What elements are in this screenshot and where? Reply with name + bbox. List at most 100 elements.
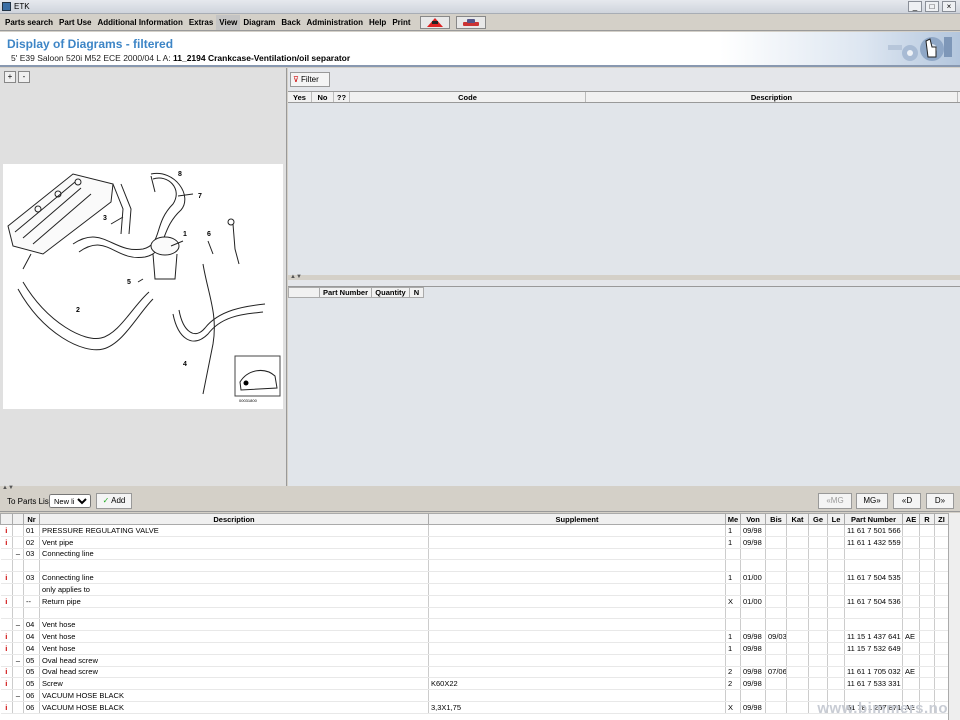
table-row[interactable] <box>0 559 949 573</box>
table-row[interactable]: –04 Vent hose <box>0 618 949 632</box>
code-grid[interactable]: Yes No ?? Code Description <box>288 91 960 275</box>
add-button[interactable]: ✓ Add <box>96 493 132 509</box>
prev-mg-button[interactable]: «MG <box>818 493 852 509</box>
cell-nr: -- <box>23 595 40 608</box>
maximize-button[interactable]: □ <box>925 1 939 12</box>
cell-description: Connecting line <box>39 548 429 561</box>
menu-back[interactable]: Back <box>278 15 303 30</box>
callout-1: 1 <box>183 231 187 238</box>
car-tool-button[interactable] <box>455 15 486 29</box>
table-row[interactable]: i 02 Vent pipe 1 09/98 11 61 1 432 559 <box>0 536 949 549</box>
zoom-out-button[interactable]: - <box>18 71 30 83</box>
col-unknown[interactable]: ?? <box>334 92 350 102</box>
th-ge[interactable]: Ge <box>808 513 828 525</box>
cell-zi <box>934 548 949 561</box>
col-part-number[interactable]: Part Number <box>320 287 372 298</box>
menu-part-use[interactable]: Part Use <box>56 15 94 30</box>
th-info[interactable] <box>0 513 13 525</box>
menu-diagram[interactable]: Diagram <box>240 15 278 30</box>
close-button[interactable]: × <box>942 1 956 12</box>
th-part-number[interactable]: Part Number <box>844 513 903 525</box>
cell-description: Connecting line <box>39 571 429 584</box>
th-description[interactable]: Description <box>39 513 429 525</box>
table-row[interactable] <box>0 607 949 620</box>
exploded-parts-diagram[interactable]: 8 7 3 1 6 5 2 4 00031800 <box>3 164 283 409</box>
page-title: Display of Diagrams - filtered <box>7 37 174 51</box>
cell-zi <box>934 666 949 679</box>
zoom-in-button[interactable]: + <box>4 71 16 83</box>
info-icon[interactable]: i <box>0 595 13 608</box>
menu-view[interactable]: View <box>216 14 241 30</box>
cell-ae <box>902 571 920 584</box>
th-supplement[interactable]: Supplement <box>428 513 726 525</box>
th-von[interactable]: Von <box>740 513 766 525</box>
table-row[interactable]: i 04 Vent hose 1 09/98 11 15 7 532 649 <box>0 642 949 655</box>
menu-help[interactable]: Help <box>366 15 389 30</box>
info-icon[interactable]: i <box>0 666 13 679</box>
info-icon[interactable]: i <box>0 701 13 714</box>
filter-button[interactable]: ⊽ Filter <box>290 72 330 87</box>
cell-nr: 03 <box>23 571 40 584</box>
th-nr[interactable]: Nr <box>23 513 40 525</box>
table-row[interactable]: i 05 Oval head screw 2 09/98 07/06 11 61 1 705… <box>0 666 949 679</box>
minimize-button[interactable]: _ <box>908 1 922 12</box>
th-ae[interactable]: AE <box>902 513 920 525</box>
cell-nr: 04 <box>23 618 40 632</box>
th-le[interactable]: Le <box>827 513 845 525</box>
info-icon[interactable]: i <box>0 677 13 691</box>
cell-kat <box>786 607 809 620</box>
th-me[interactable]: Me <box>725 513 741 525</box>
cell-le <box>827 607 845 620</box>
cell-kat <box>786 689 809 702</box>
cell-le <box>827 559 845 573</box>
menu-extras[interactable]: Extras <box>186 15 216 30</box>
table-row[interactable]: only applies to <box>0 583 949 596</box>
col-no[interactable]: No <box>312 92 334 102</box>
cell-r <box>919 571 935 584</box>
cell-bis <box>765 677 787 691</box>
prev-d-button[interactable]: «D <box>893 493 921 509</box>
col-code[interactable]: Code <box>350 92 586 102</box>
parts-list-select[interactable]: New list <box>49 494 91 508</box>
col-n[interactable]: N <box>410 287 424 298</box>
next-d-button[interactable]: D» <box>926 493 954 509</box>
vertical-scrollbar[interactable] <box>948 513 960 720</box>
callout-2: 2 <box>76 307 80 314</box>
menu-administration[interactable]: Administration <box>304 15 366 30</box>
info-icon[interactable]: i <box>0 630 13 643</box>
table-row[interactable]: i 03 Connecting line 1 01/00 11 61 7 504 535 <box>0 571 949 584</box>
cell-supplement <box>428 618 726 632</box>
th-r[interactable]: R <box>919 513 935 525</box>
info-icon[interactable]: i <box>0 536 13 549</box>
info-icon[interactable]: i <box>0 571 13 584</box>
parts-subgrid[interactable]: Part Number Quantity N <box>288 286 960 486</box>
table-row[interactable]: i 04 Vent hose 1 09/98 09/03 11 15 1 437 641 AE <box>0 630 949 643</box>
menu-bar: Parts search Part Use Additional Informa… <box>0 14 960 31</box>
info-icon[interactable]: i <box>0 524 13 537</box>
table-row[interactable]: i 06 VACUUM HOSE BLACK 3,3X1,75 X 09/98 51 78 … <box>0 701 949 714</box>
next-mg-button[interactable]: MG» <box>856 493 888 509</box>
th-bis[interactable]: Bis <box>765 513 787 525</box>
table-row[interactable]: i 01 PRESSURE REGULATING VALVE 1 09/98 11 61 … <box>0 524 949 537</box>
splitter-top[interactable]: ▲▼ <box>288 274 960 280</box>
cell-von: 01/00 <box>740 595 766 608</box>
col-description[interactable]: Description <box>586 92 958 102</box>
menu-parts-search[interactable]: Parts search <box>2 15 56 30</box>
cell-description: Vent hose <box>39 630 429 643</box>
table-row[interactable]: –05 Oval head screw <box>0 654 949 667</box>
menu-print[interactable]: Print <box>389 15 413 30</box>
col-blank[interactable] <box>288 287 320 298</box>
col-yes[interactable]: Yes <box>288 92 312 102</box>
th-zi[interactable]: ZI <box>934 513 949 525</box>
cell-kat <box>786 571 809 584</box>
col-quantity[interactable]: Quantity <box>372 287 410 298</box>
table-row[interactable]: i -- Return pipe X 01/00 11 61 7 504 536 <box>0 595 949 608</box>
th-kat[interactable]: Kat <box>786 513 809 525</box>
info-icon[interactable]: i <box>0 642 13 655</box>
menu-additional-information[interactable]: Additional Information <box>95 15 186 30</box>
table-row[interactable]: –06 VACUUM HOSE BLACK <box>0 689 949 702</box>
warning-tool-button[interactable] <box>419 15 450 29</box>
table-row[interactable]: –03 Connecting line <box>0 548 949 561</box>
table-row[interactable]: i 05 Screw K60X22 2 09/98 11 61 7 533 331 <box>0 677 949 691</box>
th-marker[interactable] <box>12 513 24 525</box>
